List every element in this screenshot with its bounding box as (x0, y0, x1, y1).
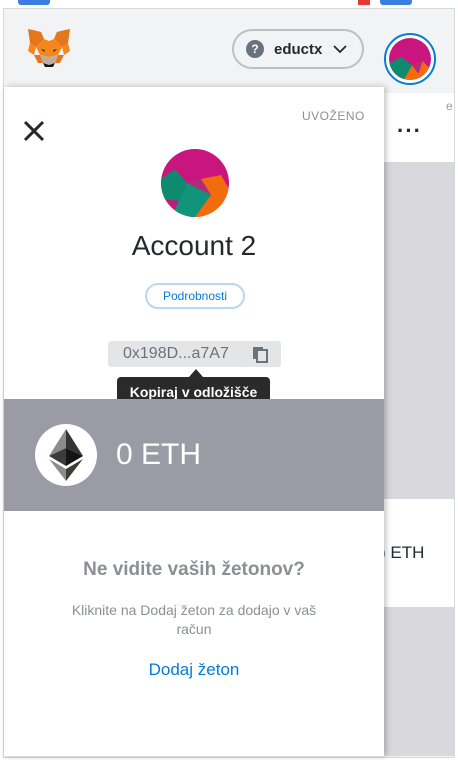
eth-icon (35, 424, 97, 486)
add-token-link[interactable]: Dodaj žeton (4, 660, 384, 680)
account-name: Account 2 (131, 230, 257, 261)
app-header: ? eductx (4, 9, 454, 87)
network-name: eductx (274, 40, 323, 58)
more-options-icon[interactable]: ··· (397, 118, 422, 144)
copy-icon[interactable] (251, 345, 269, 363)
browser-tab-favicon (358, 0, 370, 5)
identicon (389, 38, 431, 80)
question-mark-circle-icon: ? (246, 40, 264, 58)
close-icon[interactable] (22, 119, 46, 143)
browser-tab-strip (0, 0, 458, 8)
no-tokens-title: Ne vidite vaših žetonov? (83, 559, 305, 580)
no-tokens-help: Kliknite na Dodaj žeton za dodajo v vaš … (71, 602, 317, 637)
main-pane-balance: ) ETH (380, 543, 425, 562)
imported-badge: UVOŽENO (302, 109, 365, 123)
network-selector[interactable]: ? eductx (232, 29, 364, 69)
main-pane-edge-text: e (446, 99, 453, 113)
account-balance: 0 ETH (116, 438, 202, 471)
main-pane-overlay (384, 163, 454, 498)
address-text: 0x198D...a7A7 (123, 345, 229, 362)
chevron-down-icon (333, 45, 347, 54)
account-address[interactable]: 0x198D...a7A7 (108, 341, 281, 367)
balance-section: 0 ETH (4, 399, 384, 511)
tooltip-arrow (189, 369, 203, 377)
account-identicon (161, 149, 229, 217)
browser-tab-indicator (18, 0, 50, 5)
browser-tab-indicator (380, 0, 412, 5)
account-avatar-button[interactable] (384, 33, 436, 85)
metamask-fox-logo[interactable] (26, 27, 72, 69)
account-sidebar: UVOŽENO Account 2 Podrobnosti 0x198D...a… (4, 87, 384, 756)
details-button[interactable]: Podrobnosti (145, 283, 245, 309)
main-pane-overlay (384, 608, 454, 756)
